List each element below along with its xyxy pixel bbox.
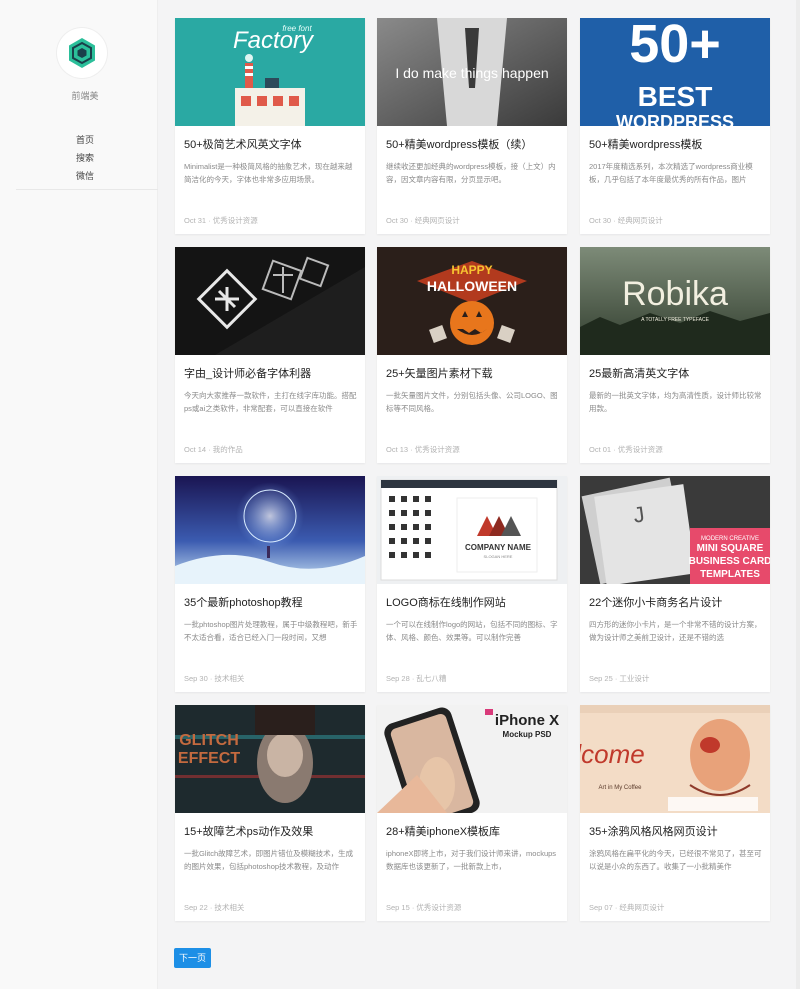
post-meta: Oct 30 · 经典网页设计 [386,216,460,225]
sidebar: 前端美 首页 搜索 微信 [0,0,158,989]
post-excerpt: Minimalist是一种极简风格的抽象艺术，现在越来越简洁化的今天，字体也非常… [184,162,353,184]
post-thumbnail[interactable]: COMPANY NAME SLOGAN HERE [377,476,567,584]
hexagon-logo-icon [69,38,95,68]
post-excerpt: 继续收还更加经典的wordpress模板，接（上文）内容，因文章内容有限，分页显… [386,162,556,184]
post-thumbnail[interactable]: GLITCH EFFECT [175,705,365,813]
post-thumbnail[interactable]: I do make things happen [377,18,567,126]
post-excerpt: 一个可以在线制作logo的网站，包括不同的图标、字体、风格、颜色、效果等。可以制… [386,620,558,642]
post-card[interactable]: J MODERN CREATIVE MINI SQUARE BUSINESS C… [580,476,770,692]
post-card[interactable]: 35个最新photoshop教程 一批phtoshop图片处理教程，属于中级教程… [175,476,365,692]
next-page-button[interactable]: 下一页 [174,948,211,968]
scrollbar-track[interactable] [796,0,800,989]
post-card[interactable]: I do make things happen 50+精美wordpress模板… [377,18,567,234]
svg-text:EFFECT: EFFECT [178,750,240,767]
svg-text:MINI SQUARE: MINI SQUARE [697,543,764,554]
svg-text:HAPPY: HAPPY [451,263,492,277]
post-thumbnail[interactable]: Factory free font [175,18,365,126]
svg-text:COMPANY NAME: COMPANY NAME [465,543,532,552]
post-meta: Oct 01 · 优秀设计资源 [589,445,663,454]
post-thumbnail[interactable]: J MODERN CREATIVE MINI SQUARE BUSINESS C… [580,476,770,584]
svg-text:HALLOWEEN: HALLOWEEN [427,278,517,294]
post-card[interactable]: COMPANY NAME SLOGAN HERE LOGO商标在线制作网站 一个… [377,476,567,692]
post-card[interactable]: 字由_设计师必备字体利器 今天向大家推荐一款软件，主打在线字库功能。搭配ps或a… [175,247,365,463]
post-meta: Oct 14 · 我的作品 [184,445,243,454]
post-card[interactable]: Robika A TOTALLY FREE TYPEFACE 25最新高清英文字… [580,247,770,463]
site-name[interactable]: 前端美 [0,89,170,102]
svg-text:A TOTALLY FREE TYPEFACE: A TOTALLY FREE TYPEFACE [641,317,709,323]
svg-text:WORDPRESS: WORDPRESS [616,112,734,126]
main-nav: 首页 搜索 微信 [0,131,170,185]
post-card[interactable]: lcome Art in My Coffee 35+涂鸦风格风格网页设计 涂鸦风… [580,705,770,921]
post-title[interactable]: 25最新高清英文字体 [589,365,763,381]
svg-text:SLOGAN HERE: SLOGAN HERE [484,554,513,559]
svg-text:BEST: BEST [638,81,713,112]
post-thumbnail[interactable]: HAPPY HALLOWEEN [377,247,567,355]
post-excerpt: 一批Glitch故障艺术，即图片错位及模糊技术，生成的图片效果，包括photos… [184,849,354,871]
svg-text:Art in My Coffee: Art in My Coffee [599,785,643,791]
post-title[interactable]: 字由_设计师必备字体利器 [184,365,358,381]
post-meta: Sep 07 · 经典网页设计 [589,903,665,912]
post-title[interactable]: 35个最新photoshop教程 [184,594,358,610]
post-card[interactable]: GLITCH EFFECT 15+故障艺术ps动作及效果 一批Glitch故障艺… [175,705,365,921]
post-title[interactable]: 25+矢量图片素材下载 [386,365,560,381]
svg-text:Robika: Robika [622,275,728,313]
svg-text:MODERN CREATIVE: MODERN CREATIVE [701,536,759,542]
post-title[interactable]: 50+精美wordpress模板 [589,136,763,152]
svg-text:iPhone X: iPhone X [495,712,559,729]
svg-text:50+: 50+ [629,18,721,74]
post-excerpt: 一批矢量图片文件，分别包括头像、公司LOGO、图标等不同风格。 [386,391,558,413]
post-thumbnail[interactable] [175,247,365,355]
post-title[interactable]: 50+精美wordpress模板（续） [386,136,560,152]
post-card[interactable]: HAPPY HALLOWEEN 25+矢量图片素材下载 一批矢量图片文件，分别包… [377,247,567,463]
svg-text:GLITCH: GLITCH [179,732,239,749]
post-meta: Oct 13 · 优秀设计资源 [386,445,460,454]
post-thumbnail[interactable]: iPhone X Mockup PSD [377,705,567,813]
svg-text:free font: free font [282,24,312,33]
divider [16,189,158,190]
nav-item-search[interactable]: 搜索 [0,149,170,167]
svg-text:lcome: lcome [580,739,645,769]
post-meta: Sep 28 · 乱七八糟 [386,674,447,683]
post-excerpt: 最新的一批英文字体，均为高清性质，设计师比较常用款。 [589,391,762,413]
post-title[interactable]: 35+涂鸦风格风格网页设计 [589,823,763,839]
post-title[interactable]: 15+故障艺术ps动作及效果 [184,823,358,839]
post-excerpt: 四方形的迷你小卡片，是一个非常不错的设计方案，做为设计师之美前卫设计，还是不错的… [589,620,762,642]
svg-text:BUSINESS CARD: BUSINESS CARD [689,556,770,567]
post-excerpt: iphoneX即将上市，对于我们设计师来讲，mockups数据库也该更新了，一批… [386,849,557,871]
nav-item-home[interactable]: 首页 [0,131,170,149]
post-excerpt: 今天向大家推荐一款软件，主打在线字库功能。搭配ps或ai之类软件，非常配套，可以… [184,391,357,413]
post-thumbnail[interactable]: lcome Art in My Coffee [580,705,770,813]
post-title[interactable]: 50+极简艺术风英文字体 [184,136,358,152]
post-card[interactable]: iPhone X Mockup PSD 28+精美iphoneX模板库 ipho… [377,705,567,921]
post-thumbnail[interactable] [175,476,365,584]
svg-text:I do make things happen: I do make things happen [395,65,548,81]
svg-text:Mockup PSD: Mockup PSD [503,730,552,739]
post-meta: Sep 25 · 工业设计 [589,674,650,683]
svg-text:TEMPLATES: TEMPLATES [700,569,760,580]
post-meta: Sep 30 · 技术相关 [184,674,245,683]
post-meta: Sep 15 · 优秀设计资源 [386,903,462,912]
post-thumbnail[interactable]: Robika A TOTALLY FREE TYPEFACE [580,247,770,355]
post-title[interactable]: 22个迷你小卡商务名片设计 [589,594,763,610]
post-card[interactable]: Factory free font 50+极简艺术风英文字体 Minimalis… [175,18,365,234]
post-thumbnail[interactable]: 50+ BEST WORDPRESS [580,18,770,126]
post-title[interactable]: 28+精美iphoneX模板库 [386,823,560,839]
post-meta: Sep 22 · 技术相关 [184,903,245,912]
post-meta: Oct 31 · 优秀设计资源 [184,216,258,225]
nav-item-wechat[interactable]: 微信 [0,167,170,185]
post-excerpt: 2017年度精选系列，本次精选了wordpress商业模板，几乎包括了本年度最优… [589,162,753,184]
post-meta: Oct 30 · 经典网页设计 [589,216,663,225]
post-excerpt: 涂鸦风格在扁平化的今天，已经很不常见了，甚至可以说是小众的东西了。收集了一小批精… [589,849,762,871]
site-logo[interactable] [57,28,107,78]
post-excerpt: 一批phtoshop图片处理教程，属于中级教程吧，新手不太适合看，适合已经入门一… [184,620,358,642]
post-card[interactable]: 50+ BEST WORDPRESS 50+精美wordpress模板 2017… [580,18,770,234]
post-title[interactable]: LOGO商标在线制作网站 [386,594,560,610]
